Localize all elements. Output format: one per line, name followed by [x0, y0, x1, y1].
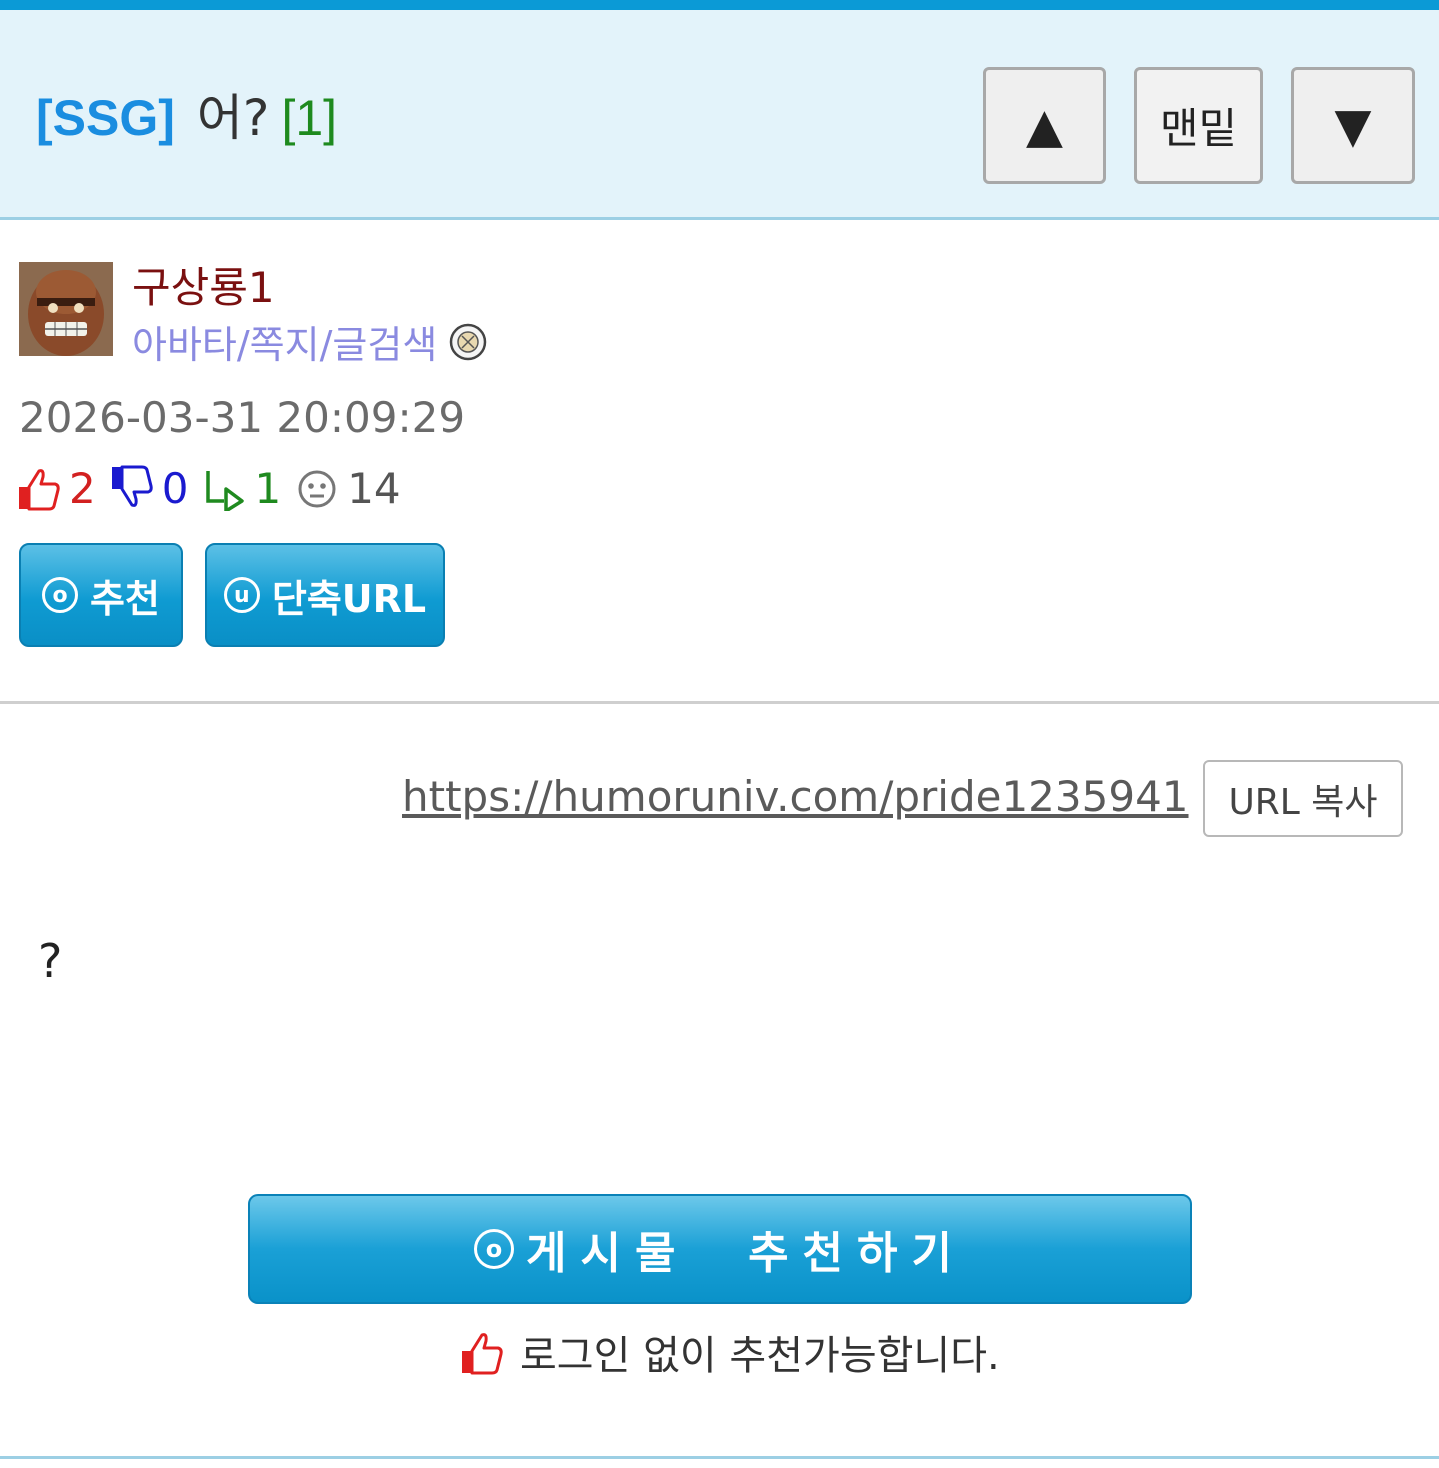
thumbs-down-icon	[111, 465, 153, 507]
login-note: 로그인 없이 추천가능합니다.	[460, 1323, 1000, 1381]
triangle-up-icon: ▲	[1026, 97, 1063, 154]
recommend-button[interactable]: o 추천	[19, 543, 183, 647]
view-count: 14	[347, 463, 401, 513]
author-links[interactable]: 아바타/쪽지/글검색	[132, 314, 487, 369]
reply-count: 1	[254, 463, 282, 513]
short-url-button[interactable]: u 단축URL	[205, 543, 445, 647]
recommend-label: 추천	[90, 576, 160, 621]
recommend-post-circle-icon: o	[474, 1229, 514, 1269]
upvote-count: 2	[69, 463, 96, 513]
thumbs-up-icon	[19, 469, 60, 511]
scroll-down-button[interactable]: ▼	[1291, 67, 1415, 184]
scroll-up-button[interactable]: ▲	[983, 67, 1106, 184]
thumbs-up-icon	[462, 1333, 503, 1375]
recommend-post-label: 게시물 추천하기	[526, 1228, 966, 1279]
login-note-text: 로그인 없이 추천가능합니다.	[520, 1333, 1000, 1379]
post-date: 2026-03-31 20:09:29	[19, 393, 466, 442]
url-copy-button[interactable]: URL 복사	[1203, 760, 1403, 837]
recommend-circle-icon: o	[42, 577, 79, 613]
category-tag: [SSG]	[36, 90, 175, 146]
view-count-icon	[298, 470, 336, 508]
go-bottom-button[interactable]: 맨밑	[1134, 67, 1263, 184]
post-url-link[interactable]: https://humoruniv.com/pride1235941	[402, 772, 1189, 821]
top-accent-strip	[0, 0, 1439, 10]
author-name[interactable]: 구상룡1	[132, 254, 275, 315]
comment-count[interactable]: [1]	[281, 90, 337, 146]
short-url-label: 단축URL	[271, 576, 427, 621]
title-bar: [SSG] 어? [1] ▲ 맨밑 ▼	[0, 10, 1439, 220]
reply-arrow-icon	[206, 471, 245, 511]
page-title: [SSG] 어? [1]	[36, 88, 337, 148]
recommend-post-button[interactable]: o 게시물 추천하기	[248, 1194, 1192, 1304]
short-url-circle-icon: u	[223, 577, 260, 613]
bottom-divider	[0, 1456, 1439, 1459]
post-title: 어?	[196, 89, 270, 147]
avatar-character-icon	[19, 262, 113, 356]
post-stats: 2 0 1 14	[17, 462, 415, 514]
level-badge-icon	[450, 323, 487, 360]
avatar[interactable]	[19, 262, 113, 356]
post-body: ?	[38, 934, 63, 988]
section-divider	[0, 701, 1439, 704]
triangle-down-icon: ▼	[1334, 97, 1372, 154]
downvote-count: 0	[161, 463, 189, 513]
go-bottom-label: 맨밑	[1159, 104, 1238, 153]
author-links-label: 아바타/쪽지/글검색	[132, 323, 438, 367]
